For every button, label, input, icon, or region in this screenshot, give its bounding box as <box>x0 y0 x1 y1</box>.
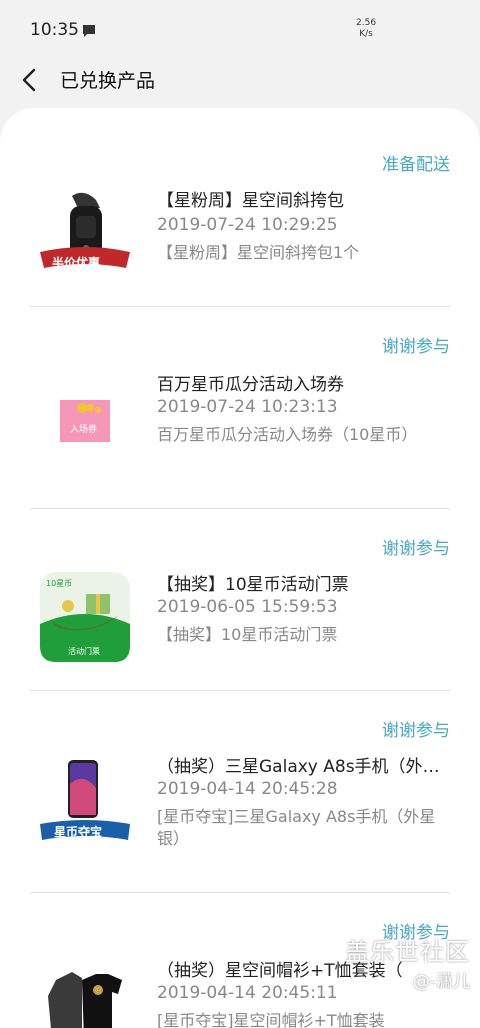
message-icon <box>83 25 95 37</box>
exchange-date: 2019-04-14 20:45:28 <box>157 779 338 799</box>
product-description: 【星粉周】星空间斜挎包1个 <box>157 243 360 262</box>
exchange-date: 2019-07-24 10:23:13 <box>157 397 338 417</box>
product-badge: 活动门票 <box>68 647 100 656</box>
page-title: 已兑换产品 <box>60 70 156 92</box>
product-badge: 星币夺宝 <box>54 825 103 839</box>
product-name: （抽奖）三星Galaxy A8s手机（外星银） <box>157 757 447 777</box>
list-item[interactable]: 准备配送 半价优惠 【星粉周】星空间斜挎包 2019-07-24 10:29:2… <box>30 148 450 308</box>
ticket-top-text: 10星币 <box>46 579 73 588</box>
divider <box>30 892 450 893</box>
title-bar: 已兑换产品 <box>0 60 480 100</box>
ticket-text: 入场券 <box>70 425 98 435</box>
product-thumbnail <box>38 960 132 1028</box>
exchange-date: 2019-06-05 15:59:53 <box>157 597 338 617</box>
watermark-brand: 盖乐世社区 <box>345 938 470 966</box>
exchange-date: 2019-07-24 10:29:25 <box>157 215 338 235</box>
item-status[interactable]: 准备配送 <box>382 150 450 175</box>
divider <box>30 306 450 307</box>
item-status[interactable]: 谢谢参与 <box>382 332 450 357</box>
status-bar: 10:35 2.56 K/s <box>0 0 480 60</box>
network-speed: 2.56 K/s <box>356 18 376 40</box>
product-description: [星币夺宝]三星Galaxy A8s手机（外星银） <box>157 807 436 848</box>
network-speed-unit: K/s <box>359 29 373 39</box>
redeemed-products-list: 准备配送 半价优惠 【星粉周】星空间斜挎包 2019-07-24 10:29:2… <box>0 108 480 1028</box>
list-item[interactable]: 谢谢参与 入场券 百万星币瓜分活动入场券 2019-07-24 10:23:13… <box>30 330 450 510</box>
product-name: 【星粉周】星空间斜挎包 <box>157 191 344 211</box>
exchange-date: 2019-04-14 20:45:11 <box>157 983 338 1003</box>
status-time: 10:35 <box>30 20 79 40</box>
product-badge: 半价优惠 <box>52 256 101 270</box>
product-thumbnail: 入场券 <box>38 372 132 466</box>
product-description: 百万星币瓜分活动入场券（10星币） <box>157 425 418 444</box>
divider <box>30 690 450 691</box>
watermark: 盖乐世社区 @-潇儿 <box>345 932 470 992</box>
product-thumbnail: 半价优惠 <box>38 190 132 284</box>
list-item[interactable]: 谢谢参与 星币夺宝 （抽奖）三星Galaxy A8s手机（外星银） 2019-0… <box>30 714 450 894</box>
divider <box>30 508 450 509</box>
list-item[interactable]: 谢谢参与 10星币 活动门票 【抽奖】10星币活动门票 2019-06-05 1… <box>30 532 450 692</box>
item-status[interactable]: 谢谢参与 <box>382 534 450 559</box>
product-name: 百万星币瓜分活动入场券 <box>157 375 344 395</box>
product-name: 【抽奖】10星币活动门票 <box>157 575 349 595</box>
ticket-icon <box>60 400 110 442</box>
product-thumbnail: 星币夺宝 <box>38 754 132 848</box>
product-thumbnail: 10星币 活动门票 <box>38 570 132 664</box>
network-speed-value: 2.56 <box>356 18 377 28</box>
watermark-user: @-潇儿 <box>412 972 470 992</box>
product-description: 【抽奖】10星币活动门票 <box>157 625 338 644</box>
back-arrow-icon[interactable] <box>16 66 44 94</box>
hoodie-icon <box>48 972 122 1028</box>
item-status[interactable]: 谢谢参与 <box>382 716 450 741</box>
